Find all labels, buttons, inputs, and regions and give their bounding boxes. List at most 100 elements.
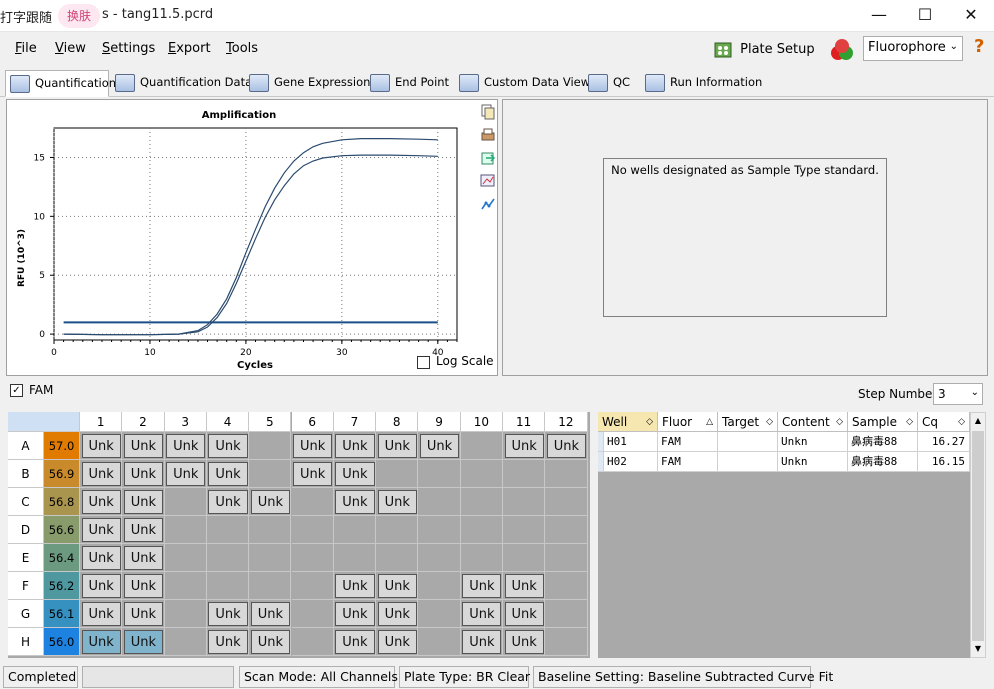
well-unk[interactable]: Unk: [377, 434, 417, 458]
log-scale-checkbox[interactable]: [417, 356, 430, 369]
well-cell[interactable]: [545, 488, 588, 516]
column-header-sample[interactable]: Sample ◇: [848, 412, 918, 432]
column-header[interactable]: 4: [206, 412, 250, 432]
well-cell[interactable]: [545, 460, 588, 488]
well-unk[interactable]: Unk: [250, 490, 290, 514]
well-unk[interactable]: Unk: [123, 630, 164, 654]
row-header[interactable]: C: [8, 488, 44, 516]
well-unk[interactable]: Unk: [208, 630, 248, 654]
well-unk[interactable]: Unk: [504, 434, 544, 458]
zoom-chart-icon[interactable]: [480, 173, 498, 189]
fluorophore-color-icon[interactable]: [829, 37, 855, 63]
column-header[interactable]: 8: [376, 412, 419, 432]
well-cell[interactable]: [503, 544, 546, 572]
well-cell[interactable]: [418, 544, 461, 572]
well-cell[interactable]: [206, 544, 250, 572]
column-header[interactable]: 3: [164, 412, 207, 432]
well-cell[interactable]: [249, 432, 292, 460]
well-unk[interactable]: Unk: [123, 490, 164, 514]
tab-quantification-data[interactable]: Quantification Data: [115, 70, 252, 97]
well-unk[interactable]: Unk: [208, 462, 248, 486]
maximize-button[interactable]: ☐: [902, 0, 948, 32]
row-header[interactable]: A: [8, 432, 44, 460]
well-cell[interactable]: [333, 516, 377, 544]
well-cell[interactable]: [164, 628, 207, 656]
well-cell[interactable]: [545, 628, 588, 656]
well-cell[interactable]: [418, 628, 461, 656]
well-unk[interactable]: Unk: [504, 574, 544, 598]
well-cell[interactable]: [376, 516, 419, 544]
table-cell-target[interactable]: [718, 432, 778, 452]
well-unk[interactable]: Unk: [81, 630, 121, 654]
well-unk[interactable]: Unk: [377, 490, 417, 514]
well-cell[interactable]: [291, 572, 334, 600]
well-unk[interactable]: Unk: [335, 462, 375, 486]
well-cell[interactable]: [291, 516, 334, 544]
step-number-select[interactable]: 3 ⌄: [933, 383, 983, 405]
table-cell-target[interactable]: [718, 452, 778, 472]
well-unk[interactable]: Unk: [123, 574, 164, 598]
well-unk[interactable]: Unk: [208, 490, 248, 514]
well-cell[interactable]: [418, 516, 461, 544]
help-icon[interactable]: ?: [974, 36, 984, 57]
column-header-content[interactable]: Content ◇: [778, 412, 848, 432]
well-cell[interactable]: [460, 488, 503, 516]
scrollbar-thumb[interactable]: [972, 431, 984, 641]
well-cell[interactable]: [418, 572, 461, 600]
well-unk[interactable]: Unk: [123, 546, 164, 570]
tab-gene-expression[interactable]: Gene Expression: [249, 70, 370, 97]
tab-qc[interactable]: QC: [588, 70, 630, 97]
well-unk[interactable]: Unk: [81, 490, 121, 514]
well-unk[interactable]: Unk: [335, 490, 375, 514]
column-header[interactable]: 9: [418, 412, 461, 432]
column-header-well[interactable]: Well ◇: [598, 412, 658, 432]
row-header[interactable]: G: [8, 600, 44, 628]
curve-trend-icon[interactable]: [480, 196, 498, 212]
well-cell[interactable]: [164, 600, 207, 628]
table-cell-content[interactable]: Unkn: [778, 432, 848, 452]
table-cell-cq[interactable]: 16.15: [918, 452, 970, 472]
well-cell[interactable]: [206, 572, 250, 600]
tab-end-point[interactable]: End Point: [370, 70, 449, 97]
well-unk[interactable]: Unk: [250, 602, 290, 626]
well-unk[interactable]: Unk: [81, 602, 121, 626]
well-unk[interactable]: Unk: [377, 630, 417, 654]
well-cell[interactable]: [291, 628, 334, 656]
well-unk[interactable]: Unk: [377, 602, 417, 626]
fam-checkbox[interactable]: ✓: [10, 384, 23, 397]
well-cell[interactable]: [291, 600, 334, 628]
column-header[interactable]: 10: [460, 412, 503, 432]
tab-run-information[interactable]: Run Information: [645, 70, 762, 97]
row-header[interactable]: E: [8, 544, 44, 572]
menu-view[interactable]: View: [55, 41, 86, 56]
well-unk[interactable]: Unk: [81, 434, 121, 458]
well-cell[interactable]: [291, 544, 334, 572]
table-scrollbar[interactable]: ▲ ▼: [970, 412, 986, 658]
well-unk[interactable]: Unk: [335, 602, 375, 626]
well-cell[interactable]: [545, 600, 588, 628]
well-unk[interactable]: Unk: [250, 630, 290, 654]
well-cell[interactable]: [460, 516, 503, 544]
well-cell[interactable]: [164, 516, 207, 544]
column-header[interactable]: 5: [249, 412, 292, 432]
row-header[interactable]: H: [8, 628, 44, 656]
well-cell[interactable]: [460, 544, 503, 572]
well-unk[interactable]: Unk: [208, 602, 248, 626]
well-cell[interactable]: [418, 488, 461, 516]
column-header[interactable]: 7: [333, 412, 377, 432]
table-cell-well[interactable]: H01: [604, 432, 658, 452]
well-unk[interactable]: Unk: [123, 602, 164, 626]
well-unk[interactable]: Unk: [462, 602, 502, 626]
well-cell[interactable]: [545, 544, 588, 572]
tab-custom-data-view[interactable]: Custom Data View: [459, 70, 590, 97]
well-cell[interactable]: [503, 460, 546, 488]
well-cell[interactable]: [333, 544, 377, 572]
close-button[interactable]: ✕: [948, 0, 994, 32]
menu-tools[interactable]: Tools: [226, 41, 258, 56]
well-unk[interactable]: Unk: [462, 630, 502, 654]
row-header[interactable]: D: [8, 516, 44, 544]
well-cell[interactable]: [503, 516, 546, 544]
skin-badge[interactable]: 换肤: [58, 4, 100, 28]
print-icon[interactable]: [480, 127, 498, 143]
well-cell[interactable]: [418, 460, 461, 488]
